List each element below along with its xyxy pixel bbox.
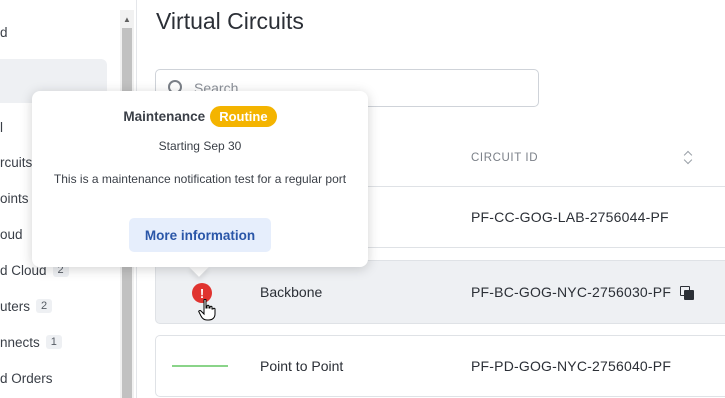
sidebar-item-label: oud — [0, 226, 23, 242]
sidebar-item-orders[interactable]: d Orders — [0, 368, 53, 388]
sidebar-item-label: d Orders — [0, 370, 53, 386]
tooltip-title: Maintenance — [123, 109, 206, 124]
hand-cursor-icon — [198, 299, 216, 321]
sidebar-item-cloud[interactable]: oud — [0, 224, 23, 244]
circuit-type: Point to Point — [260, 358, 344, 374]
sort-icon[interactable] — [684, 150, 694, 164]
circuit-id: PF-PD-GOG-NYC-2756040-PF — [471, 358, 672, 374]
routine-badge: Routine — [210, 106, 277, 127]
tooltip-description: This is a maintenance notification test … — [53, 172, 347, 186]
status-line — [172, 365, 228, 367]
sidebar-item-circuits[interactable]: rcuits — [0, 152, 32, 172]
page-title: Virtual Circuits — [156, 8, 304, 34]
maintenance-tooltip: Maintenance Routine Starting Sep 30 This… — [32, 91, 368, 267]
sidebar-item-2[interactable]: l — [0, 117, 3, 137]
circuit-id: PF-CC-GOG-LAB-2756044-PF — [471, 209, 669, 225]
sidebar-item-0[interactable]: d — [0, 22, 8, 42]
table-row[interactable]: Point to Point PF-PD-GOG-NYC-2756040-PF — [155, 335, 725, 397]
circuit-type: Backbone — [260, 284, 323, 300]
copy-icon[interactable] — [680, 286, 694, 300]
tooltip-start-date: Starting Sep 30 — [158, 139, 242, 153]
sidebar-item-label: uters — [0, 298, 31, 314]
column-header-circuit-id[interactable]: CIRCUIT ID — [471, 152, 538, 164]
scroll-up-icon[interactable]: ▲ — [120, 10, 134, 28]
more-information-button[interactable]: More information — [129, 218, 271, 252]
sidebar-item-label: l — [0, 119, 3, 135]
tooltip-header: Maintenance Routine — [32, 106, 368, 127]
sidebar-item-routers[interactable]: uters 2 — [0, 296, 53, 316]
count-badge: 2 — [36, 299, 53, 313]
sidebar-item-label: rcuits — [0, 154, 33, 170]
sidebar-item-points[interactable]: oints — [0, 188, 29, 208]
sidebar-item-label: d — [0, 24, 8, 40]
sidebar-item-label: nnects — [0, 334, 40, 350]
count-badge: 1 — [45, 335, 62, 349]
sidebar-item-label: oints — [0, 190, 29, 206]
sidebar-item-connects[interactable]: nnects 1 — [0, 332, 62, 352]
circuit-id: PF-BC-GOG-NYC-2756030-PF — [471, 284, 672, 300]
table-row[interactable]: ! Backbone PF-BC-GOG-NYC-2756030-PF — [155, 260, 725, 324]
